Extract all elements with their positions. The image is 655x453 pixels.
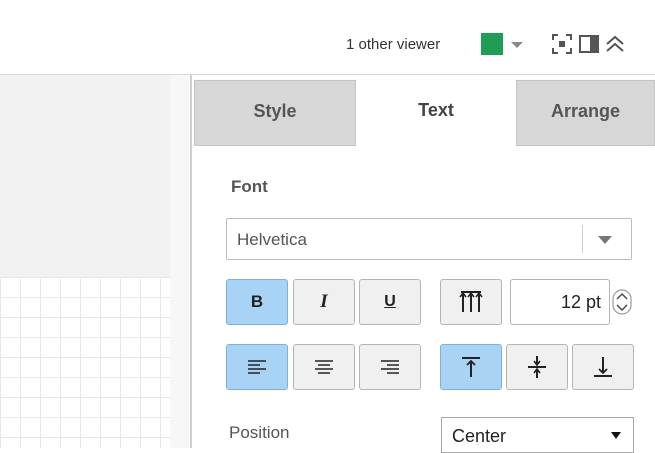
viewer-dropdown-icon[interactable]: [511, 42, 523, 48]
font-section-label: Font: [231, 177, 268, 196]
position-label: Position: [229, 423, 290, 442]
bold-button[interactable]: B: [226, 279, 288, 325]
font-size-value: 12 pt: [560, 292, 601, 312]
chevron-down-icon[interactable]: [598, 236, 612, 244]
collapse-icon[interactable]: [604, 33, 626, 55]
tab-style-label: Style: [253, 101, 297, 121]
tab-text[interactable]: Text: [356, 80, 516, 146]
align-left-icon: [248, 360, 266, 374]
italic-button[interactable]: I: [293, 279, 355, 325]
align-middle-button[interactable]: [506, 344, 568, 390]
panel-gutter: [170, 75, 190, 448]
top-toolbar: 1 other viewer: [0, 0, 655, 75]
italic-label: I: [320, 291, 328, 312]
font-size-input[interactable]: 12 pt: [510, 279, 610, 325]
position-value: Center: [452, 426, 507, 446]
vertical-text-button[interactable]: [440, 279, 502, 325]
align-right-icon: [381, 360, 399, 374]
format-panel-icon[interactable]: [578, 33, 600, 55]
align-middle-icon: [528, 356, 546, 378]
tab-text-label: Text: [418, 100, 454, 120]
tab-arrange[interactable]: Arrange: [516, 80, 655, 146]
font-size-stepper[interactable]: [611, 279, 633, 325]
chevron-down-icon[interactable]: [611, 432, 621, 439]
align-right-button[interactable]: [359, 344, 421, 390]
tab-arrange-label: Arrange: [550, 101, 621, 121]
font-family-value: Helvetica: [237, 230, 307, 249]
align-center-icon: [315, 360, 333, 374]
align-left-button[interactable]: [226, 344, 288, 390]
bold-label: B: [250, 292, 264, 311]
align-top-button[interactable]: [440, 344, 502, 390]
canvas-grid[interactable]: [0, 277, 170, 448]
select-separator: [582, 225, 583, 253]
underline-button[interactable]: U: [359, 279, 421, 325]
align-center-button[interactable]: [293, 344, 355, 390]
align-top-icon: [462, 357, 480, 377]
font-family-select[interactable]: Helvetica: [226, 218, 632, 260]
underline-label: U: [384, 293, 396, 310]
viewer-count-label: 1 other viewer: [346, 36, 441, 53]
align-bottom-icon: [594, 357, 612, 377]
vertical-text-icon: [459, 291, 483, 312]
tab-style[interactable]: Style: [194, 80, 356, 146]
viewer-color-swatch[interactable]: [481, 33, 503, 55]
fullscreen-icon[interactable]: [551, 33, 573, 55]
align-bottom-button[interactable]: [572, 344, 634, 390]
